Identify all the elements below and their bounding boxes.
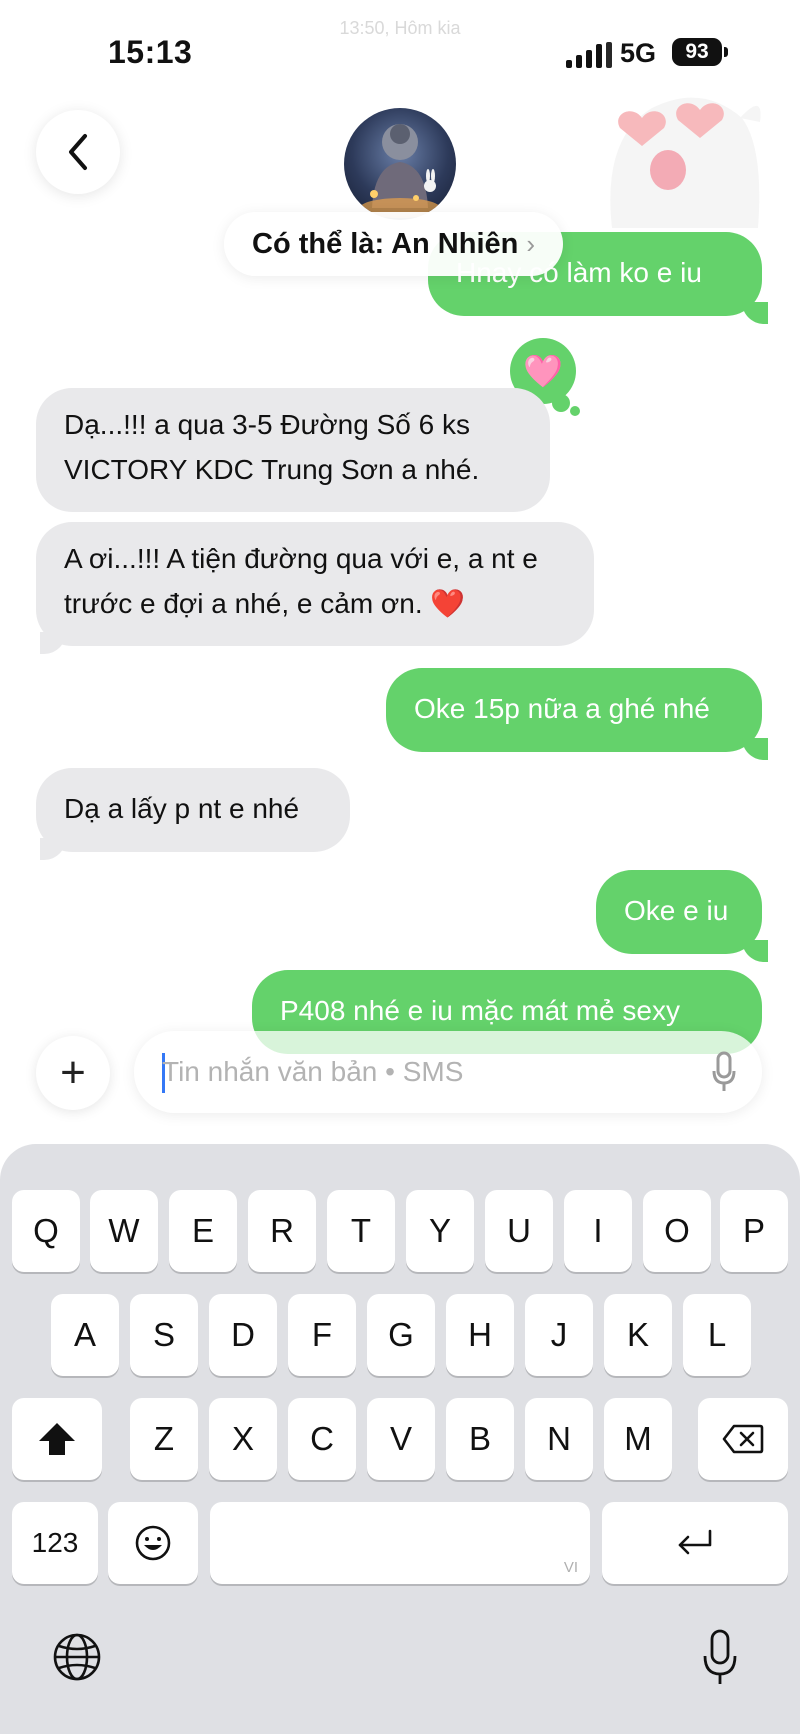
message-bubble-outgoing[interactable]: Oke e iu xyxy=(596,870,762,954)
bubble-tail xyxy=(40,632,66,654)
message-text: A ơi...!!! A tiện đường qua với e, a nt … xyxy=(64,543,538,619)
keyboard: Q W E R T Y U I O P A S D F G H J K L Z … xyxy=(0,1144,800,1734)
dictation-mic-icon[interactable] xyxy=(700,1628,740,1688)
chevron-right-icon: › xyxy=(526,228,536,259)
key-o[interactable]: O xyxy=(643,1190,711,1272)
battery-indicator: 93 xyxy=(672,38,722,66)
key-f[interactable]: F xyxy=(288,1294,356,1376)
key-n[interactable]: N xyxy=(525,1398,593,1480)
key-i[interactable]: I xyxy=(564,1190,632,1272)
space-key[interactable]: VI xyxy=(210,1502,590,1584)
messages-screen: 13:50, Hôm kia 15:13 5G 93 Có thể là: An… xyxy=(0,0,800,1734)
backspace-key[interactable] xyxy=(698,1398,788,1480)
reaction-dot-small xyxy=(570,406,580,416)
ghost-sticker-icon xyxy=(610,97,761,228)
message-text: P408 nhé e iu mặc mát mẻ sexy xyxy=(280,995,680,1026)
bubble-tail xyxy=(742,940,768,962)
message-bubble-incoming[interactable]: Dạ...!!! a qua 3-5 Đường Số 6 ks VICTORY… xyxy=(36,388,550,512)
key-u[interactable]: U xyxy=(485,1190,553,1272)
shift-key[interactable] xyxy=(12,1398,102,1480)
message-bubble-outgoing[interactable]: Oke 15p nữa a ghé nhé xyxy=(386,668,762,752)
key-e[interactable]: E xyxy=(169,1190,237,1272)
message-text: Dạ...!!! a qua 3-5 Đường Số 6 ks VICTORY… xyxy=(64,409,480,485)
bubble-tail xyxy=(40,838,66,860)
return-key[interactable] xyxy=(602,1502,788,1584)
key-c[interactable]: C xyxy=(288,1398,356,1480)
avatar-image xyxy=(360,124,440,218)
backspace-icon xyxy=(722,1424,764,1454)
key-j[interactable]: J xyxy=(525,1294,593,1376)
key-b[interactable]: B xyxy=(446,1398,514,1480)
reaction-heart-icon: 🩷 xyxy=(523,353,563,389)
key-z[interactable]: Z xyxy=(130,1398,198,1480)
message-text: Oke e iu xyxy=(624,895,729,926)
key-v[interactable]: V xyxy=(367,1398,435,1480)
key-d[interactable]: D xyxy=(209,1294,277,1376)
emoji-icon xyxy=(135,1525,171,1561)
key-y[interactable]: Y xyxy=(406,1190,474,1272)
space-language-label: VI xyxy=(563,1559,578,1576)
key-p[interactable]: P xyxy=(720,1190,788,1272)
key-g[interactable]: G xyxy=(367,1294,435,1376)
emoji-key[interactable] xyxy=(108,1502,198,1584)
status-time: 15:13 xyxy=(108,34,193,70)
add-attachment-button[interactable]: + xyxy=(36,1036,110,1110)
return-icon xyxy=(678,1529,712,1555)
contact-name: Có thể là: An Nhiên xyxy=(252,227,519,260)
message-text: Dạ a lấy p nt e nhé xyxy=(64,793,300,824)
reaction-dot xyxy=(552,394,570,412)
key-s[interactable]: S xyxy=(130,1294,198,1376)
bubble-tail xyxy=(742,302,768,324)
message-composer[interactable] xyxy=(134,1031,762,1113)
message-bubble-incoming[interactable]: Dạ a lấy p nt e nhé xyxy=(36,768,350,852)
bubble-tail xyxy=(742,738,768,760)
contact-avatar[interactable] xyxy=(344,108,456,220)
battery-tip xyxy=(724,47,728,57)
back-chevron-icon xyxy=(69,134,87,170)
key-l[interactable]: L xyxy=(683,1294,751,1376)
shift-icon xyxy=(39,1423,75,1455)
key-t[interactable]: T xyxy=(327,1190,395,1272)
network-label: 5G xyxy=(620,38,657,68)
key-a[interactable]: A xyxy=(51,1294,119,1376)
signal-icon xyxy=(566,42,612,68)
message-bubble-incoming[interactable]: A ơi...!!! A tiện đường qua với e, a nt … xyxy=(36,522,594,646)
globe-icon[interactable] xyxy=(52,1632,102,1682)
numbers-key[interactable]: 123 xyxy=(12,1502,98,1584)
key-x[interactable]: X xyxy=(209,1398,277,1480)
key-k[interactable]: K xyxy=(604,1294,672,1376)
contact-name-pill[interactable]: Có thể là: An Nhiên › xyxy=(224,212,564,276)
back-button[interactable] xyxy=(36,110,120,194)
key-m[interactable]: M xyxy=(604,1398,672,1480)
message-text: Oke 15p nữa a ghé nhé xyxy=(414,693,710,724)
mic-icon[interactable] xyxy=(712,1051,736,1093)
key-h[interactable]: H xyxy=(446,1294,514,1376)
key-q[interactable]: Q xyxy=(12,1190,80,1272)
message-input[interactable] xyxy=(162,1031,682,1113)
key-w[interactable]: W xyxy=(90,1190,158,1272)
key-r[interactable]: R xyxy=(248,1190,316,1272)
